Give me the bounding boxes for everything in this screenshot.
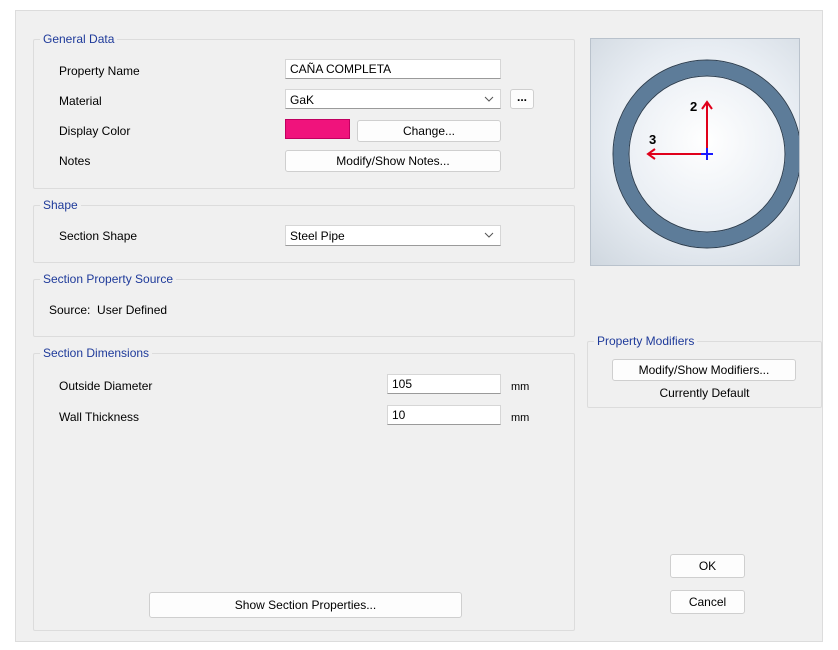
property-name-field[interactable]: CAÑA COMPLETA xyxy=(285,59,501,79)
chevron-down-icon xyxy=(484,232,494,238)
section-property-dialog: General Data Property Name CAÑA COMPLETA… xyxy=(15,10,823,642)
shape-legend: Shape xyxy=(40,198,81,212)
wall-thickness-field[interactable]: 10 xyxy=(387,405,501,425)
section-shape-select-value: Steel Pipe xyxy=(290,229,345,243)
shape-group: Shape Section Shape Steel Pipe xyxy=(33,198,575,263)
axis-2-label: 2 xyxy=(690,99,697,114)
change-color-button[interactable]: Change... xyxy=(357,120,501,142)
modify-show-notes-button[interactable]: Modify/Show Notes... xyxy=(285,150,501,172)
general-data-group: General Data Property Name CAÑA COMPLETA… xyxy=(33,32,575,189)
wall-thickness-label: Wall Thickness xyxy=(59,410,140,424)
material-more-button[interactable]: ... xyxy=(510,89,534,109)
modify-show-modifiers-button[interactable]: Modify/Show Modifiers... xyxy=(612,359,796,381)
outside-diameter-field[interactable]: 105 xyxy=(387,374,501,394)
show-section-properties-button[interactable]: Show Section Properties... xyxy=(149,592,462,618)
cancel-button[interactable]: Cancel xyxy=(670,590,745,614)
source-text: Source: User Defined xyxy=(49,303,168,317)
section-shape-label: Section Shape xyxy=(59,229,138,243)
general-data-legend: General Data xyxy=(40,32,118,46)
section-preview: 2 3 xyxy=(590,38,802,266)
outside-diameter-unit: mm xyxy=(511,381,530,393)
material-label: Material xyxy=(59,94,102,108)
material-select-value: GaK xyxy=(290,93,315,107)
pipe-section-drawing: 2 3 xyxy=(612,59,802,249)
display-color-label: Display Color xyxy=(59,124,131,138)
property-modifiers-group: Property Modifiers Modify/Show Modifiers… xyxy=(587,334,822,408)
wall-thickness-unit: mm xyxy=(511,412,530,424)
section-dimensions-group: Section Dimensions Outside Diameter 105 … xyxy=(33,346,575,631)
section-property-source-legend: Section Property Source xyxy=(40,272,177,286)
chevron-down-icon xyxy=(484,96,494,102)
material-select[interactable]: GaK xyxy=(285,89,501,109)
outside-diameter-label: Outside Diameter xyxy=(59,379,153,393)
section-dimensions-legend: Section Dimensions xyxy=(40,346,153,360)
ok-button[interactable]: OK xyxy=(670,554,745,578)
property-name-label: Property Name xyxy=(59,64,140,78)
property-modifiers-legend: Property Modifiers xyxy=(594,334,698,348)
axis-3-label: 3 xyxy=(649,132,656,147)
section-property-source-group: Section Property Source Source: User Def… xyxy=(33,272,575,337)
display-color-swatch xyxy=(285,119,350,139)
section-shape-select[interactable]: Steel Pipe xyxy=(285,225,501,246)
notes-label: Notes xyxy=(59,154,91,168)
modifiers-status: Currently Default xyxy=(659,386,750,400)
